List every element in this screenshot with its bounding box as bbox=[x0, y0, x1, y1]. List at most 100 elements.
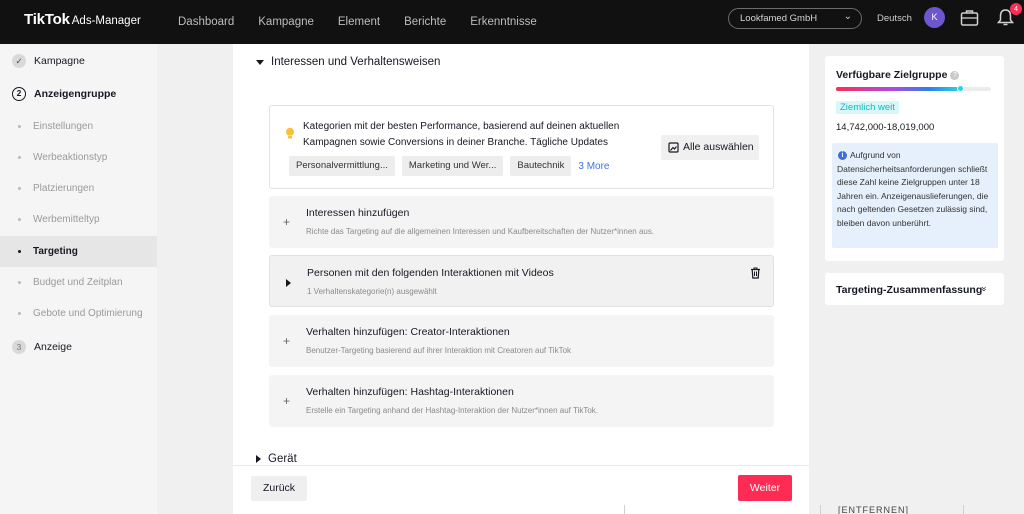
section-title: Gerät bbox=[268, 453, 297, 465]
plus-icon: + bbox=[283, 394, 291, 408]
account-selector[interactable]: Lookfamed GmbH ⌄ bbox=[728, 8, 862, 29]
info-text: Aufgrund von Datensicherheitsanforderung… bbox=[837, 150, 989, 228]
chevron-down-icon: ⌄ bbox=[843, 11, 852, 22]
background-divider bbox=[820, 505, 821, 514]
row-title: Interessen hinzufügen bbox=[306, 207, 410, 219]
add-interests-row[interactable]: + Interessen hinzufügen Richte das Targe… bbox=[269, 196, 774, 248]
plus-icon: + bbox=[283, 215, 291, 229]
audience-size: 14,742,000-18,019,000 bbox=[836, 122, 935, 133]
step-kampagne[interactable]: ✓ Kampagne bbox=[12, 54, 85, 68]
audience-title: Verfügbare Zielgruppe? bbox=[836, 69, 960, 81]
recommendation-text: Kategorien mit der besten Performance, b… bbox=[303, 121, 620, 148]
sidebar-item-label: Targeting bbox=[33, 246, 78, 257]
sidebar-item-label: Werbeaktionstyp bbox=[33, 152, 108, 163]
creator-interactions-row[interactable]: + Verhalten hinzufügen: Creator-Interakt… bbox=[269, 315, 774, 367]
tag-chip[interactable]: Marketing und Wer... bbox=[401, 156, 504, 176]
recommendation-box: Kategorien mit der besten Performance, b… bbox=[269, 105, 774, 189]
footer-bar: Zurück Weiter bbox=[233, 465, 809, 514]
row-title: Personen mit den folgenden Interaktionen… bbox=[307, 267, 554, 279]
audience-meter-knob bbox=[956, 85, 964, 92]
next-button[interactable]: Weiter bbox=[738, 475, 792, 501]
audience-title-text: Verfügbare Zielgruppe bbox=[836, 69, 948, 81]
video-interactions-row[interactable]: Personen mit den folgenden Interaktionen… bbox=[269, 255, 774, 307]
select-all-button[interactable]: Alle auswählen bbox=[661, 135, 759, 160]
sidebar-item-label: Gebote und Optimierung bbox=[33, 308, 143, 319]
nav-berichte[interactable]: Berichte bbox=[404, 16, 446, 28]
audience-level-badge: Ziemlich weit bbox=[836, 101, 899, 114]
plus-icon: + bbox=[283, 334, 291, 348]
sidebar-item-label: Platzierungen bbox=[33, 183, 95, 194]
step-number: 2 bbox=[12, 87, 26, 101]
sidebar-item-label: Werbemitteltyp bbox=[33, 214, 100, 225]
row-description: 1 Verhaltenskategorie(n) ausgewählt bbox=[307, 287, 437, 296]
dot-icon bbox=[18, 125, 21, 128]
step-label: Anzeige bbox=[34, 341, 72, 353]
info-box: i Aufgrund von Datensicherheitsanforderu… bbox=[832, 143, 998, 248]
nav-kampagne[interactable]: Kampagne bbox=[258, 16, 314, 28]
dot-icon bbox=[18, 187, 21, 190]
top-bar: TikTok Ads-Manager Dashboard Kampagne El… bbox=[0, 0, 1024, 44]
check-icon: ✓ bbox=[12, 54, 26, 68]
avatar[interactable]: K bbox=[924, 7, 945, 28]
background-remove-text: [ENTFERNEN] bbox=[838, 505, 910, 514]
background-divider bbox=[624, 505, 625, 514]
trash-icon[interactable] bbox=[750, 267, 761, 279]
language-switch[interactable]: Deutsch bbox=[877, 13, 912, 24]
tiktok-logo[interactable]: TikTok Ads-Manager bbox=[24, 11, 141, 28]
sidebar-item-label: Einstellungen bbox=[33, 121, 94, 132]
step-anzeige[interactable]: 3 Anzeige bbox=[12, 340, 72, 354]
caret-down-icon bbox=[256, 59, 264, 65]
step-label: Kampagne bbox=[34, 55, 85, 67]
main-nav: Dashboard Kampagne Element Berichte Erke… bbox=[178, 0, 561, 44]
background-divider bbox=[963, 505, 964, 514]
sidebar-item-einstellungen[interactable]: Einstellungen bbox=[0, 111, 157, 142]
section-toggle-interests[interactable]: Interessen und Verhaltensweisen bbox=[256, 56, 440, 68]
bulb-icon bbox=[286, 127, 294, 139]
dot-icon bbox=[18, 312, 21, 315]
dot-icon bbox=[18, 250, 21, 253]
sidebar-item-werbemitteltyp[interactable]: Werbemitteltyp bbox=[0, 204, 157, 235]
step-anzeigengruppe[interactable]: 2 Anzeigengruppe bbox=[12, 87, 116, 101]
step-number: 3 bbox=[12, 340, 26, 354]
sidebar-item-budget[interactable]: Budget und Zeitplan bbox=[0, 267, 157, 298]
nav-erkenntnisse[interactable]: Erkenntnisse bbox=[470, 16, 536, 28]
dot-icon bbox=[18, 156, 21, 159]
dot-icon bbox=[18, 281, 21, 284]
more-link[interactable]: 3 More bbox=[578, 161, 609, 172]
brand-name: TikTok bbox=[24, 11, 70, 28]
sidebar-item-targeting[interactable]: Targeting bbox=[0, 236, 157, 267]
targeting-panel: Interessen und Verhaltensweisen Kategori… bbox=[233, 44, 809, 514]
select-all-label: Alle auswählen bbox=[683, 141, 754, 153]
back-button[interactable]: Zurück bbox=[251, 476, 307, 501]
row-title: Verhalten hinzufügen: Creator-Interaktio… bbox=[306, 326, 510, 338]
row-description: Benutzer-Targeting basierend auf ihrer I… bbox=[306, 346, 572, 355]
hashtag-interactions-row[interactable]: + Verhalten hinzufügen: Hashtag-Interakt… bbox=[269, 375, 774, 427]
audience-meter-fill bbox=[836, 87, 960, 91]
row-title: Verhalten hinzufügen: Hashtag-Interaktio… bbox=[306, 386, 514, 398]
bag-icon[interactable] bbox=[960, 9, 979, 26]
nav-element[interactable]: Element bbox=[338, 16, 380, 28]
sidebar-item-platzierungen[interactable]: Platzierungen bbox=[0, 173, 157, 204]
targeting-summary-card[interactable]: Targeting-Zusammenfassung » bbox=[825, 273, 1004, 305]
notification-badge: 4 bbox=[1010, 3, 1022, 15]
double-chevron-down-icon[interactable]: » bbox=[980, 286, 990, 291]
summary-title: Targeting-Zusammenfassung bbox=[836, 284, 983, 296]
audience-size-card: Verfügbare Zielgruppe? Ziemlich weit 14,… bbox=[825, 56, 1004, 261]
step-label: Anzeigengruppe bbox=[34, 88, 117, 100]
select-all-icon bbox=[668, 142, 679, 153]
sidebar-item-werbeaktionstyp[interactable]: Werbeaktionstyp bbox=[0, 142, 157, 173]
dot-icon bbox=[18, 218, 21, 221]
recommended-tags: Personalvermittlung... Marketing und Wer… bbox=[289, 156, 610, 176]
section-title: Interessen und Verhaltensweisen bbox=[271, 56, 441, 68]
tag-chip[interactable]: Personalvermittlung... bbox=[289, 156, 395, 176]
account-name: Lookfamed GmbH bbox=[740, 13, 818, 24]
sidebar-item-label: Budget und Zeitplan bbox=[33, 277, 123, 288]
section-toggle-device[interactable]: Gerät bbox=[256, 453, 297, 465]
help-icon[interactable]: ? bbox=[950, 71, 960, 80]
row-description: Erstelle ein Targeting anhand der Hashta… bbox=[306, 406, 599, 415]
play-icon[interactable] bbox=[286, 279, 291, 287]
step-sidebar: ✓ Kampagne 2 Anzeigengruppe Einstellunge… bbox=[0, 44, 157, 514]
nav-dashboard[interactable]: Dashboard bbox=[178, 16, 234, 28]
sidebar-item-gebote[interactable]: Gebote und Optimierung bbox=[0, 298, 157, 329]
tag-chip[interactable]: Bautechnik bbox=[510, 156, 572, 176]
